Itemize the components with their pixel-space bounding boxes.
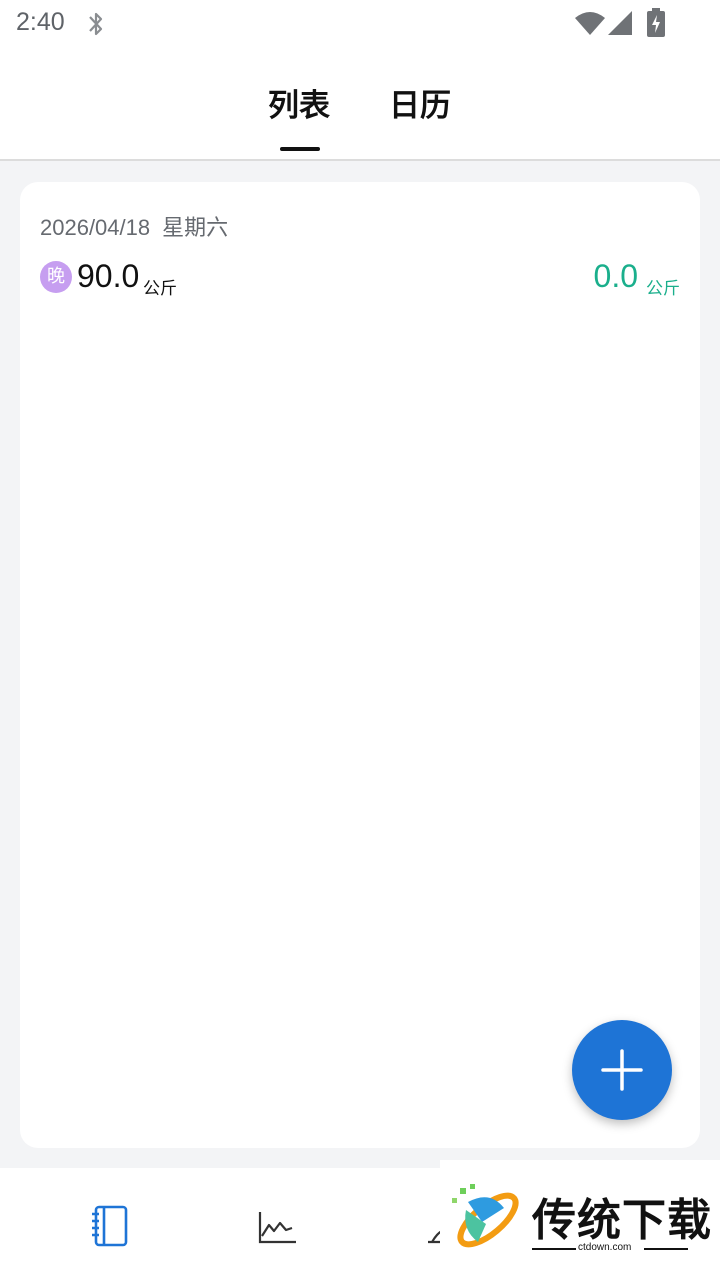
record-date-row: 2026/04/18 星期六: [40, 210, 228, 242]
watermark-url: ctdown.com: [578, 1242, 632, 1253]
weight-record-row[interactable]: 晚 90.0 公斤 0.0 公斤: [40, 258, 680, 299]
signal-icon: [608, 11, 632, 35]
weight-value: 90.0: [77, 258, 140, 294]
notebook-icon: [92, 1205, 128, 1247]
watermark-title: 传统下载: [532, 1195, 712, 1246]
trend-chart-icon: [258, 1212, 296, 1244]
ctdown-logo-icon: [452, 1184, 519, 1248]
records-card: 2026/04/18 星期六 晚 90.0 公斤 0.0 公斤: [20, 182, 700, 1148]
record-weekday: 星期六: [162, 215, 229, 240]
nav-records[interactable]: [88, 1204, 132, 1248]
weight-change-value: 0.0: [593, 258, 638, 294]
bluetooth-icon: [89, 12, 103, 36]
weight-change-unit: 公斤: [646, 279, 680, 299]
watermark-line-right: [644, 1248, 688, 1250]
watermark: 传统下载 ctdown.com: [440, 1160, 720, 1264]
active-tab-indicator: [280, 147, 320, 151]
nav-trend[interactable]: [256, 1204, 300, 1248]
add-record-button[interactable]: [572, 1020, 672, 1120]
tab-calendar[interactable]: 日历: [389, 80, 451, 125]
status-bar: 2:40: [0, 0, 720, 50]
tab-list[interactable]: 列表: [268, 80, 330, 125]
status-time: 2:40: [16, 8, 65, 36]
weight-unit: 公斤: [143, 279, 177, 299]
wifi-icon: [575, 12, 605, 35]
evening-badge: 晚: [40, 261, 72, 293]
record-date: 2026/04/18: [40, 215, 151, 240]
top-tab-bar: 列表 日历: [0, 50, 720, 161]
plus-icon: [601, 1049, 643, 1091]
watermark-line-left: [532, 1248, 576, 1250]
battery-charging-icon: [647, 8, 665, 37]
